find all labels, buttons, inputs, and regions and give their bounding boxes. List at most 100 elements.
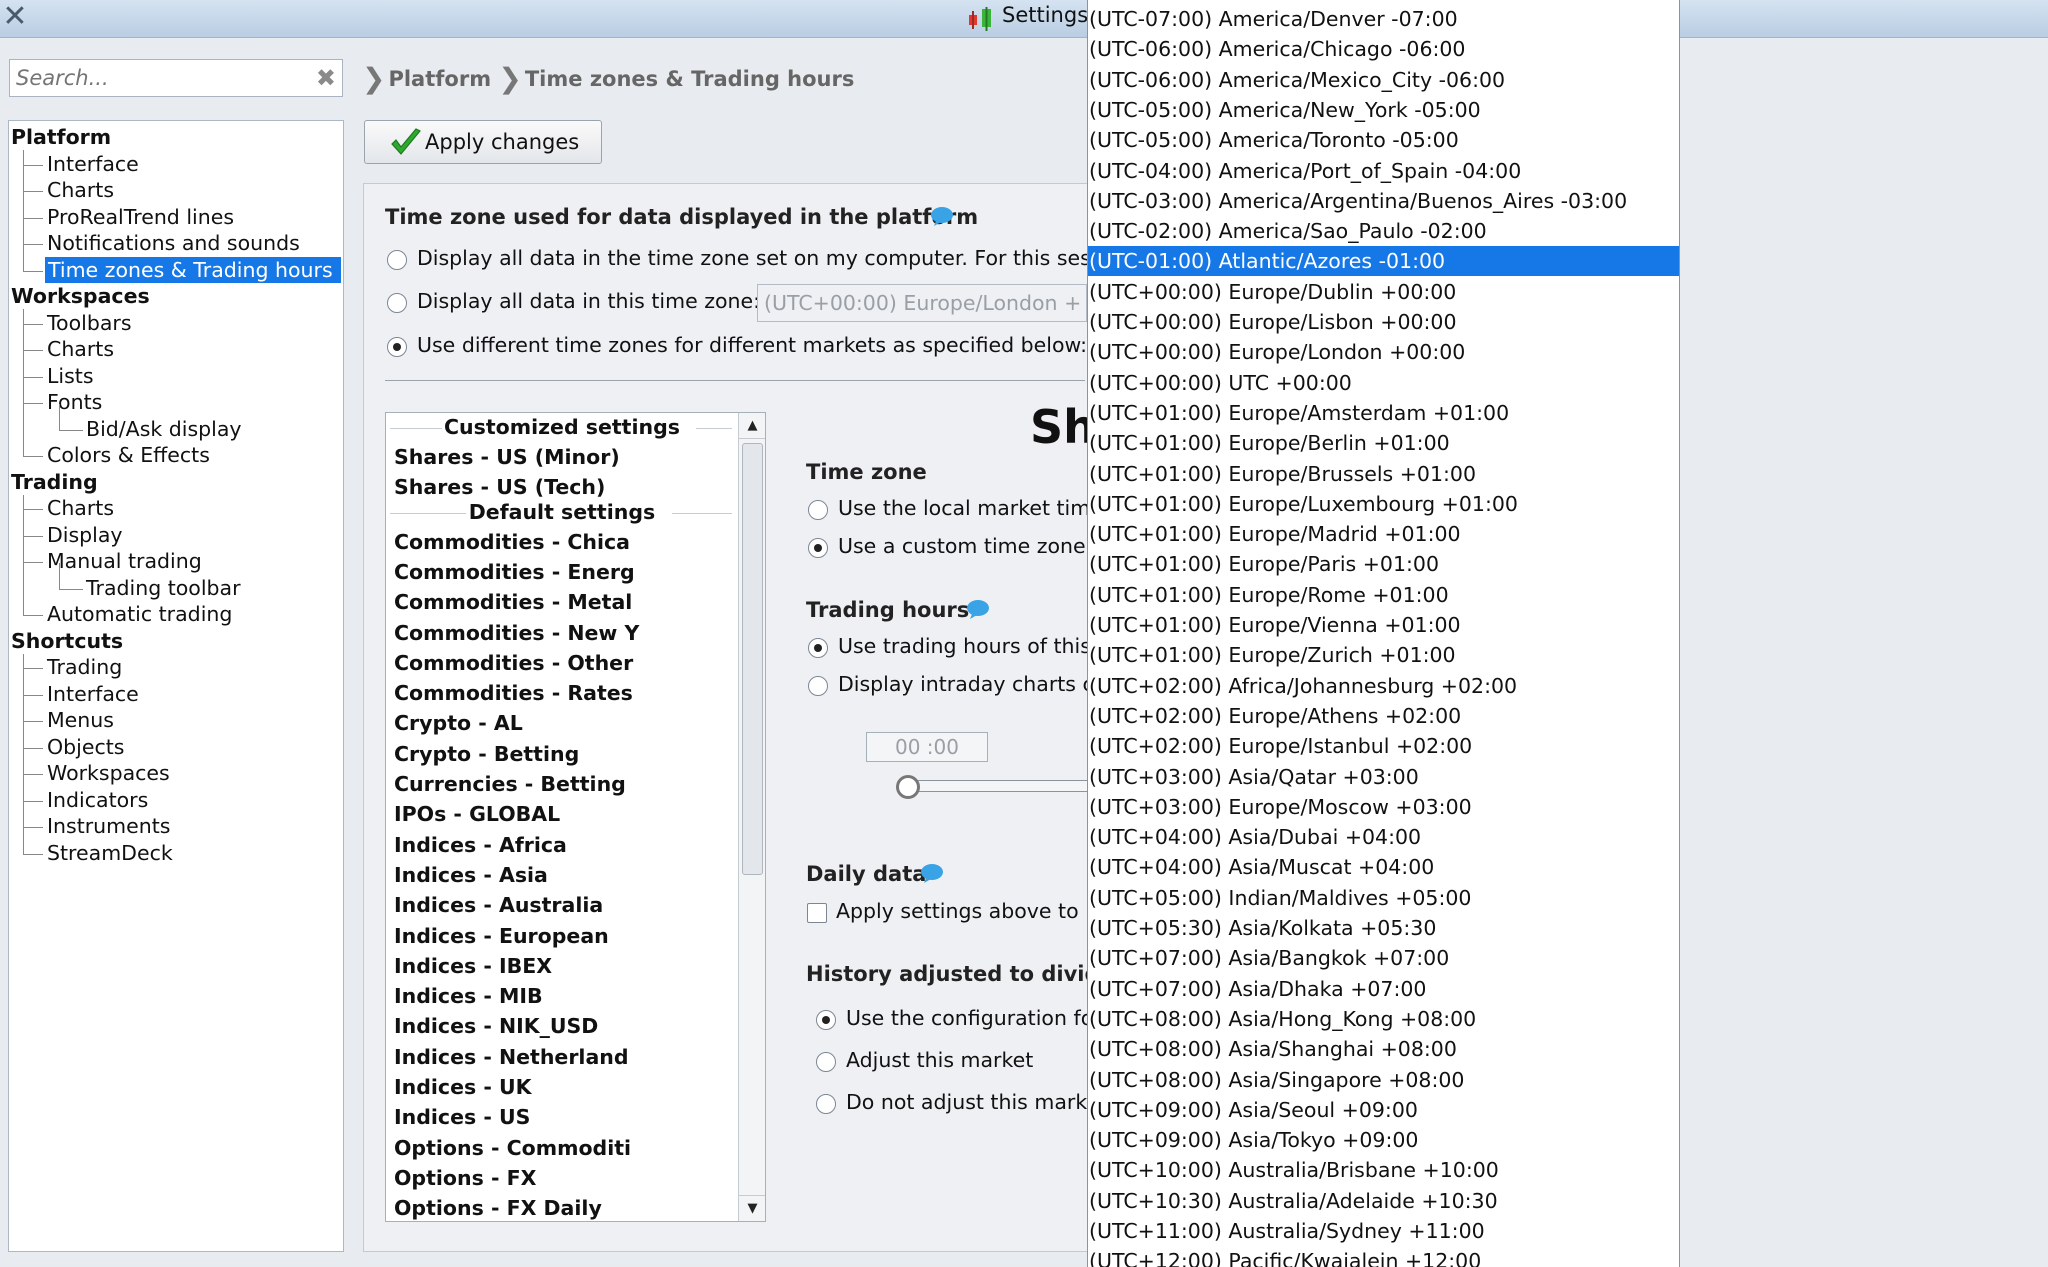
- tree-item[interactable]: Trading: [11, 469, 98, 495]
- dropdown-option[interactable]: (UTC+05:30) Asia/Kolkata +05:30: [1088, 913, 1679, 943]
- clear-search-icon[interactable]: ✖: [316, 64, 336, 92]
- list-item[interactable]: Indices - IBEX: [394, 954, 552, 978]
- tree-item[interactable]: Notifications and sounds: [47, 230, 300, 256]
- tree-item[interactable]: Charts: [47, 177, 114, 203]
- list-item[interactable]: Commodities - Chica: [394, 530, 630, 554]
- list-item[interactable]: Indices - NIK_USD: [394, 1014, 598, 1038]
- tree-item[interactable]: Trading: [47, 654, 122, 680]
- tree-item[interactable]: Menus: [47, 707, 114, 733]
- radio-computer-timezone[interactable]: [387, 250, 407, 270]
- dropdown-option[interactable]: (UTC+03:00) Asia/Qatar +03:00: [1088, 762, 1679, 792]
- dropdown-option[interactable]: (UTC-05:00) America/New_York -05:00: [1088, 95, 1679, 125]
- dropdown-option[interactable]: (UTC+00:00) UTC +00:00: [1088, 368, 1679, 398]
- markets-list[interactable]: ▲ ▼ Customized settings Shares - US (Mino…: [385, 412, 766, 1222]
- dropdown-option[interactable]: (UTC-05:00) America/Toronto -05:00: [1088, 125, 1679, 155]
- dropdown-option[interactable]: (UTC+01:00) Europe/Luxembourg +01:00: [1088, 489, 1679, 519]
- tree-item[interactable]: Lists: [47, 363, 94, 389]
- hours-slider-handle[interactable]: [896, 775, 920, 799]
- list-item[interactable]: Crypto - Betting: [394, 742, 579, 766]
- dropdown-option[interactable]: (UTC+08:00) Asia/Singapore +08:00: [1088, 1065, 1679, 1095]
- tree-item[interactable]: Platform: [11, 124, 111, 150]
- list-item[interactable]: Indices - MIB: [394, 984, 543, 1008]
- tree-item[interactable]: Time zones & Trading hours: [45, 256, 341, 283]
- radio-local-market-time[interactable]: [808, 500, 828, 520]
- help-bubble-icon[interactable]: [930, 206, 954, 226]
- dropdown-option[interactable]: (UTC+04:00) Asia/Muscat +04:00: [1088, 852, 1679, 882]
- dropdown-option[interactable]: (UTC+02:00) Europe/Istanbul +02:00: [1088, 731, 1679, 761]
- tree-item[interactable]: Colors & Effects: [47, 442, 210, 468]
- tree-item[interactable]: Workspaces: [11, 283, 150, 309]
- dropdown-option[interactable]: (UTC+09:00) Asia/Tokyo +09:00: [1088, 1125, 1679, 1155]
- dropdown-option[interactable]: (UTC+10:00) Australia/Brisbane +10:00: [1088, 1155, 1679, 1185]
- dropdown-option[interactable]: (UTC+08:00) Asia/Hong_Kong +08:00: [1088, 1004, 1679, 1034]
- tree-item[interactable]: Indicators: [47, 787, 148, 813]
- dropdown-option[interactable]: (UTC-07:00) America/Denver -07:00: [1088, 4, 1679, 34]
- list-item[interactable]: Commodities - New Y: [394, 621, 639, 645]
- dropdown-option[interactable]: (UTC+12:00) Pacific/Kwajalein +12:00: [1088, 1246, 1679, 1267]
- tree-item[interactable]: Trading toolbar: [86, 575, 241, 601]
- tree-item[interactable]: Automatic trading: [47, 601, 232, 627]
- search-box[interactable]: ✖: [9, 59, 343, 97]
- radio-custom-timezone[interactable]: [808, 538, 828, 558]
- list-item[interactable]: IPOs - GLOBAL: [394, 802, 560, 826]
- dropdown-option[interactable]: (UTC+10:30) Australia/Adelaide +10:30: [1088, 1186, 1679, 1216]
- dropdown-option[interactable]: (UTC-06:00) America/Mexico_City -06:00: [1088, 65, 1679, 95]
- list-item[interactable]: Commodities - Energ: [394, 560, 635, 584]
- list-item[interactable]: Commodities - Other: [394, 651, 633, 675]
- close-icon[interactable]: ✕: [2, 0, 28, 34]
- dropdown-option[interactable]: (UTC+04:00) Asia/Dubai +04:00: [1088, 822, 1679, 852]
- radio-this-timezone[interactable]: [387, 293, 407, 313]
- list-item[interactable]: Indices - Netherland: [394, 1045, 629, 1069]
- tree-item[interactable]: Display: [47, 522, 123, 548]
- list-item[interactable]: Indices - European: [394, 924, 609, 948]
- scroll-up-icon[interactable]: ▲: [739, 413, 765, 439]
- tree-item[interactable]: Workspaces: [47, 760, 170, 786]
- dropdown-option[interactable]: (UTC+08:00) Asia/Shanghai +08:00: [1088, 1034, 1679, 1064]
- tree-item[interactable]: StreamDeck: [47, 840, 173, 866]
- dropdown-option[interactable]: (UTC+00:00) Europe/Lisbon +00:00: [1088, 307, 1679, 337]
- dropdown-option[interactable]: (UTC+01:00) Europe/Amsterdam +01:00: [1088, 398, 1679, 428]
- list-item[interactable]: Indices - UK: [394, 1075, 532, 1099]
- dropdown-option[interactable]: (UTC+01:00) Europe/Paris +01:00: [1088, 549, 1679, 579]
- dropdown-option[interactable]: (UTC+01:00) Europe/Vienna +01:00: [1088, 610, 1679, 640]
- tree-item[interactable]: Shortcuts: [11, 628, 123, 654]
- settings-tree[interactable]: Platform Interface Charts ProRealTrend line…: [8, 120, 344, 1252]
- search-input[interactable]: [10, 60, 290, 96]
- list-item[interactable]: Indices - Africa: [394, 833, 567, 857]
- help-bubble-icon[interactable]: [966, 599, 990, 619]
- dropdown-option[interactable]: (UTC-03:00) America/Argentina/Buenos_Air…: [1088, 186, 1679, 216]
- dropdown-option[interactable]: (UTC+05:00) Indian/Maldives +05:00: [1088, 883, 1679, 913]
- list-item[interactable]: Options - Commoditi: [394, 1136, 631, 1160]
- timezone-dropdown-list[interactable]: (UTC-07:00) America/Denver -07:00 (UTC-06…: [1087, 0, 1680, 1267]
- dropdown-option[interactable]: (UTC+02:00) Africa/Johannesburg +02:00: [1088, 671, 1679, 701]
- radio-different-timezones[interactable]: [387, 337, 407, 357]
- dropdown-option[interactable]: (UTC+00:00) Europe/London +00:00: [1088, 337, 1679, 367]
- radio-adjust-market[interactable]: [816, 1052, 836, 1072]
- list-item[interactable]: Currencies - Betting: [394, 772, 626, 796]
- dropdown-option[interactable]: (UTC-06:00) America/Chicago -06:00: [1088, 34, 1679, 64]
- hours-slider-track[interactable]: [897, 780, 1087, 792]
- radio-display-intraday[interactable]: [808, 676, 828, 696]
- list-item[interactable]: Shares - US (Minor): [394, 445, 620, 469]
- dropdown-option[interactable]: (UTC-02:00) America/Sao_Paulo -02:00: [1088, 216, 1679, 246]
- apply-changes-button[interactable]: Apply changes: [364, 120, 602, 164]
- list-item[interactable]: Indices - Asia: [394, 863, 548, 887]
- dropdown-option[interactable]: (UTC+01:00) Europe/Berlin +01:00: [1088, 428, 1679, 458]
- dropdown-option[interactable]: (UTC+01:00) Europe/Brussels +01:00: [1088, 459, 1679, 489]
- dropdown-option[interactable]: (UTC+07:00) Asia/Dhaka +07:00: [1088, 974, 1679, 1004]
- dropdown-option[interactable]: (UTC+01:00) Europe/Madrid +01:00: [1088, 519, 1679, 549]
- tree-item[interactable]: Interface: [47, 681, 139, 707]
- list-item[interactable]: Commodities - Metal: [394, 590, 632, 614]
- list-item[interactable]: Options - FX Daily: [394, 1196, 602, 1220]
- tree-item[interactable]: Fonts: [47, 389, 102, 415]
- tree-item[interactable]: Objects: [47, 734, 124, 760]
- dropdown-option[interactable]: (UTC+02:00) Europe/Athens +02:00: [1088, 701, 1679, 731]
- radio-use-configuration[interactable]: [816, 1010, 836, 1030]
- list-item[interactable]: Options - FX: [394, 1166, 536, 1190]
- tree-item[interactable]: Bid/Ask display: [86, 416, 242, 442]
- dropdown-option[interactable]: (UTC+00:00) Europe/Dublin +00:00: [1088, 277, 1679, 307]
- dropdown-option[interactable]: (UTC-01:00) Atlantic/Azores -01:00: [1088, 246, 1679, 277]
- timezone-select[interactable]: (UTC+00:00) Europe/London +: [757, 284, 1087, 322]
- dropdown-option[interactable]: (UTC+09:00) Asia/Seoul +09:00: [1088, 1095, 1679, 1125]
- tree-item[interactable]: Interface: [47, 151, 139, 177]
